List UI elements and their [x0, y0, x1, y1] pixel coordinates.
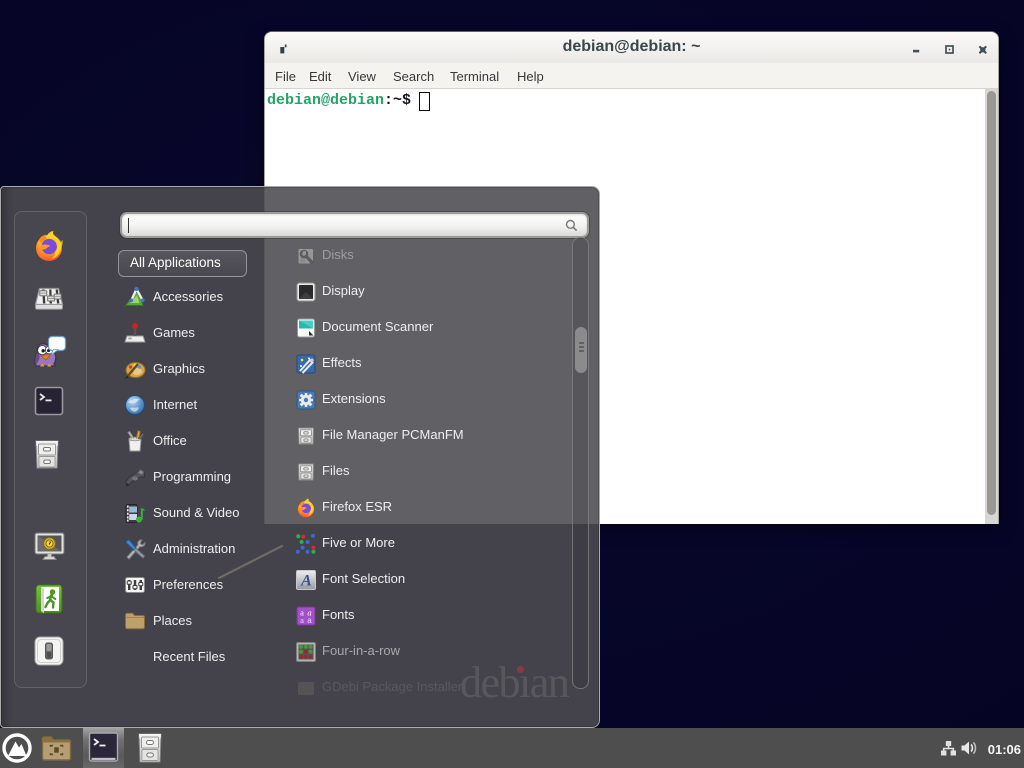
svg-text:a: a	[300, 615, 304, 625]
svg-text:A: A	[300, 573, 312, 590]
svg-text:a: a	[307, 616, 312, 625]
